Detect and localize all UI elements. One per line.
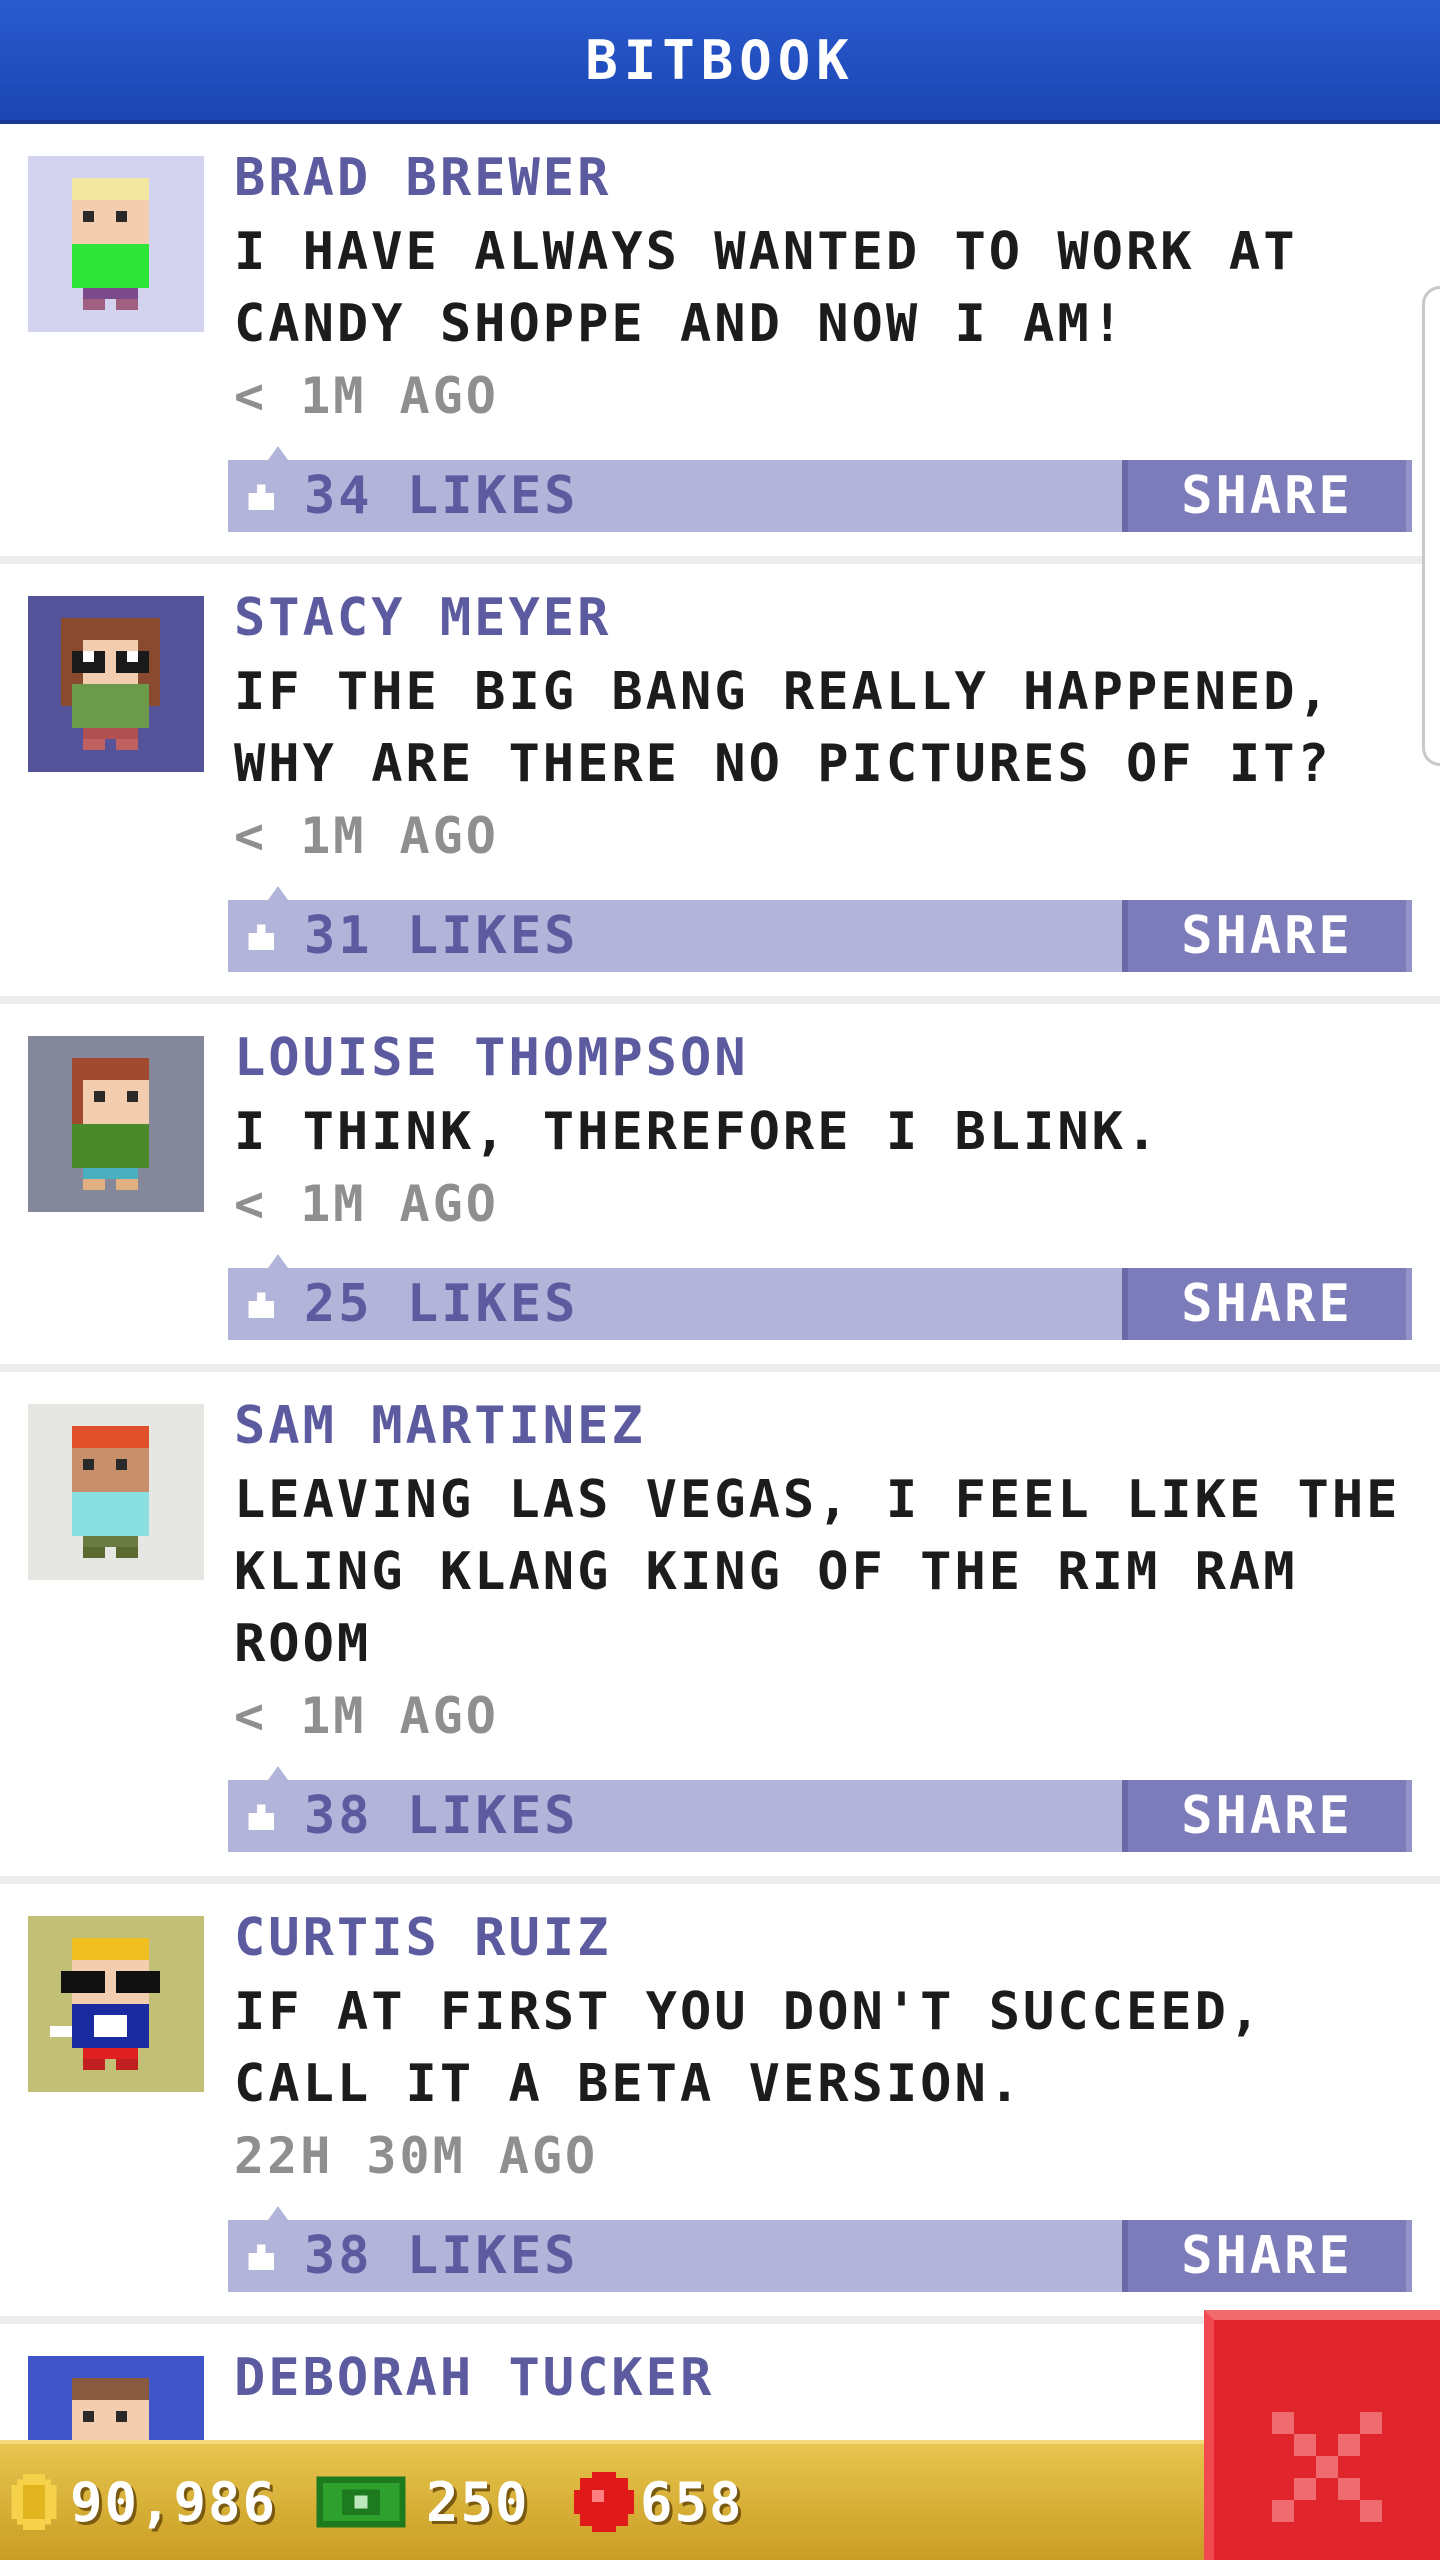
post-text: IF THE BIG BANG REALLY HAPPENED, WHY ARE… xyxy=(234,662,1332,794)
red-gem-icon xyxy=(574,2472,634,2532)
like-bar: 31 LIKES SHARE xyxy=(228,886,1412,972)
thumbs-up-icon[interactable] xyxy=(244,480,278,514)
app-title: BITBOOK xyxy=(585,28,855,92)
coin-icon xyxy=(11,2474,57,2530)
post-card: STACY MEYER IF THE BIG BANG REALLY HAPPE… xyxy=(0,564,1440,1004)
thumbs-up-icon[interactable] xyxy=(244,1288,278,1322)
likes-count[interactable]: 34 LIKES xyxy=(304,460,578,532)
share-button[interactable]: SHARE xyxy=(1122,900,1412,972)
post-author[interactable]: LOUISE THOMPSON xyxy=(234,1028,1410,1088)
likes-count[interactable]: 38 LIKES xyxy=(304,1780,578,1852)
post-author[interactable]: SAM MARTINEZ xyxy=(234,1396,1410,1456)
avatar[interactable] xyxy=(28,596,204,772)
post-author[interactable]: BRAD BREWER xyxy=(234,148,1410,208)
thumbs-up-icon[interactable] xyxy=(244,2240,278,2274)
post-timestamp: < 1M AGO xyxy=(234,1175,499,1233)
post-author[interactable]: CURTIS RUIZ xyxy=(234,1908,1410,1968)
coins-counter: 90,986 xyxy=(6,2444,277,2560)
coins-value: 90,986 xyxy=(70,2470,278,2534)
close-button[interactable] xyxy=(1204,2310,1440,2560)
avatar[interactable] xyxy=(28,1404,204,1580)
like-bar: 38 LIKES SHARE xyxy=(228,2206,1412,2292)
avatar[interactable] xyxy=(28,156,204,332)
likes-count[interactable]: 38 LIKES xyxy=(304,2220,578,2292)
like-bar: 38 LIKES SHARE xyxy=(228,1766,1412,1852)
share-button[interactable]: SHARE xyxy=(1122,2220,1412,2292)
like-bar: 34 LIKES SHARE xyxy=(228,446,1412,532)
like-bar: 25 LIKES SHARE xyxy=(228,1254,1412,1340)
likes-count[interactable]: 25 LIKES xyxy=(304,1268,578,1340)
post-card: BRAD BREWER I HAVE ALWAYS WANTED TO WORK… xyxy=(0,124,1440,564)
thumbs-up-icon[interactable] xyxy=(244,920,278,954)
close-x-icon xyxy=(1272,2412,1382,2522)
share-button[interactable]: SHARE xyxy=(1122,1780,1412,1852)
bux-banknote-icon xyxy=(316,2476,406,2528)
gems-value: 658 xyxy=(640,2470,744,2534)
post-card: SAM MARTINEZ LEAVING LAS VEGAS, I FEEL L… xyxy=(0,1372,1440,1884)
post-timestamp: 22H 30M AGO xyxy=(234,2127,599,2185)
avatar[interactable] xyxy=(28,2356,204,2440)
post-timestamp: < 1M AGO xyxy=(234,807,499,865)
thumbs-up-icon[interactable] xyxy=(244,1800,278,1834)
post-text: IF AT FIRST YOU DON'T SUCCEED, CALL IT A… xyxy=(234,1982,1264,2114)
bux-value: 250 xyxy=(426,2470,530,2534)
post-text: LEAVING LAS VEGAS, I FEEL LIKE THE KLING… xyxy=(234,1470,1401,1674)
share-button[interactable]: SHARE xyxy=(1122,460,1412,532)
avatar[interactable] xyxy=(28,1916,204,2092)
post-author[interactable]: STACY MEYER xyxy=(234,588,1410,648)
gems-counter: 658 xyxy=(574,2444,744,2560)
post-text: I THINK, THEREFORE I BLINK. xyxy=(234,1102,1161,1162)
scroll-indicator[interactable] xyxy=(1422,286,1440,766)
post-card: CURTIS RUIZ IF AT FIRST YOU DON'T SUCCEE… xyxy=(0,1884,1440,2324)
avatar[interactable] xyxy=(28,1036,204,1212)
post-text: I HAVE ALWAYS WANTED TO WORK AT CANDY SH… xyxy=(234,222,1298,354)
share-button[interactable]: SHARE xyxy=(1122,1268,1412,1340)
post-timestamp: < 1M AGO xyxy=(234,367,499,425)
post-timestamp: < 1M AGO xyxy=(234,1687,499,1745)
post-feed[interactable]: BRAD BREWER I HAVE ALWAYS WANTED TO WORK… xyxy=(0,124,1440,2440)
post-card: LOUISE THOMPSON I THINK, THEREFORE I BLI… xyxy=(0,1004,1440,1372)
app-header: BITBOOK xyxy=(0,0,1440,124)
likes-count[interactable]: 31 LIKES xyxy=(304,900,578,972)
bux-counter: 250 xyxy=(310,2444,530,2560)
